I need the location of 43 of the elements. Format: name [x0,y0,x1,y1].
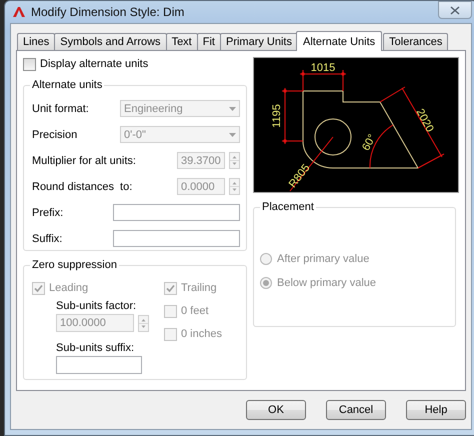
checkbox-label: Trailing [181,282,217,294]
field-label: Sub-units suffix: [56,342,136,354]
checkbox-label: Display alternate units [40,58,148,70]
dimension-label: 2020 [414,106,436,134]
tab[interactable]: Text [166,33,198,50]
field-label: Unit format: [32,102,90,114]
dimension-label: 60° [360,132,379,153]
group-title: Zero suppression [30,259,119,271]
input-field[interactable] [113,204,240,221]
spinner-arrows-icon[interactable] [229,178,240,195]
field-label: Precision [32,128,78,140]
checkbox-label: 0 inches [181,328,222,340]
window-title: Modify Dimension Style: Dim [31,5,186,19]
field-label: Prefix: [32,206,64,218]
field-label: Suffix: [32,232,64,244]
dimension-label: 1015 [310,62,336,74]
radio-label: Below primary value [277,277,376,289]
tab[interactable]: Tolerances [383,33,448,50]
field-label: Round distances to: [32,180,134,192]
tab[interactable]: Alternate Units [296,31,382,51]
group-title: Placement [260,201,316,213]
tab[interactable]: Primary Units [220,33,298,50]
checkbox-label: 0 feet [181,305,209,317]
tab[interactable]: Fit [196,33,221,50]
dimension-label: 1195 [271,104,283,128]
input-field[interactable] [113,230,240,247]
group-title: Alternate units [30,79,104,91]
field-label: Multiplier for alt units: [32,154,137,166]
field-label: Sub-units factor: [56,300,138,312]
close-button[interactable] [438,1,472,19]
input-field[interactable] [56,356,142,374]
app-logo-icon [12,6,26,18]
tab[interactable]: Symbols and Arrows [54,33,167,50]
checkbox-label: Leading [49,282,88,294]
radio-label: After primary value [277,253,370,265]
ok-button[interactable]: OK [246,400,306,420]
close-icon[interactable] [450,6,460,14]
spinner-arrows-icon[interactable] [229,152,240,169]
spinner-arrows-icon[interactable] [138,314,149,332]
checkbox[interactable] [23,58,36,70]
cancel-button[interactable]: Cancel [326,400,386,420]
tab[interactable]: Lines [17,33,56,50]
help-button[interactable]: Help [406,400,466,420]
